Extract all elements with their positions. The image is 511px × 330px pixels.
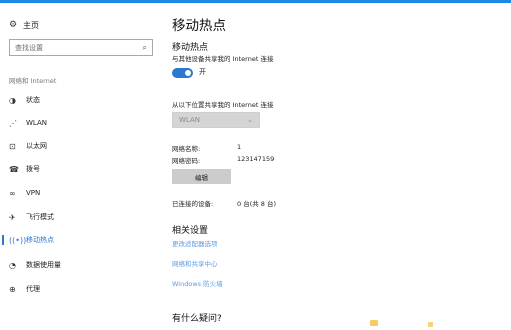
sidebar-item-label: 代理	[26, 285, 40, 293]
hotspot-description: 与其他设备共享我的 Internet 连接	[172, 55, 274, 63]
hotspot-icon: ((•))	[9, 235, 27, 245]
sidebar-item-label: WLAN	[26, 119, 48, 127]
settings-search-box[interactable]: 查找设置 ⌕	[9, 39, 153, 56]
edit-button[interactable]: 编辑	[172, 169, 231, 184]
link-adapter-options[interactable]: 更改适配器选项	[172, 238, 218, 248]
sidebar-item-label: 飞行模式	[26, 213, 54, 221]
home-icon: ⚙	[9, 20, 18, 30]
proxy-icon: ⊕	[9, 284, 16, 294]
search-icon[interactable]: ⌕	[143, 43, 147, 53]
sidebar-item-label: 数据使用量	[26, 261, 61, 269]
wlan-icon: ⋰	[9, 118, 17, 128]
toggle-state-label: 开	[199, 68, 206, 76]
watermark-mark	[370, 320, 378, 326]
hotspot-heading: 移动热点	[172, 43, 209, 53]
connected-devices-label: 已连接的设备:	[172, 200, 214, 208]
sidebar-item-label: VPN	[26, 189, 41, 197]
sidebar-item-label: 以太网	[26, 142, 47, 150]
sidebar-item-airplane-mode[interactable]: ✈ 飞行模式	[0, 206, 160, 228]
page-title: 移动热点	[172, 18, 226, 34]
home-label: 主页	[23, 20, 39, 30]
link-network-sharing-center[interactable]: 网络和共享中心	[172, 258, 218, 268]
toggle-knob	[185, 70, 191, 76]
connected-devices-value: 0 台(共 8 台)	[237, 200, 277, 208]
link-windows-firewall[interactable]: Windows 防火墙	[172, 278, 223, 288]
search-input[interactable]: 查找设置	[15, 43, 143, 53]
sidebar-item-ethernet[interactable]: ⊡ 以太网	[0, 135, 160, 157]
network-name-value: 1	[237, 143, 242, 151]
data-usage-icon: ◔	[9, 260, 16, 270]
network-password-value: 123147159	[237, 155, 275, 163]
airplane-icon: ✈	[9, 212, 16, 222]
hotspot-toggle[interactable]	[172, 68, 193, 78]
network-password-label: 网络密码:	[172, 157, 201, 165]
home-nav-item[interactable]: ⚙ 主页	[9, 17, 39, 33]
sidebar-item-wlan[interactable]: ⋰ WLAN	[0, 112, 160, 134]
section-label: 网络和 Internet	[9, 77, 57, 85]
sidebar-item-mobile-hotspot[interactable]: ((•)) 移动热点	[0, 229, 160, 251]
dialup-icon: ☎	[9, 164, 19, 174]
faq-heading: 有什么疑问?	[172, 314, 222, 324]
vpn-icon: ∞	[9, 188, 16, 198]
share-from-dropdown[interactable]: WLAN ⌄	[172, 112, 260, 128]
sidebar-item-label: 状态	[26, 96, 40, 104]
share-from-selected: WLAN	[179, 116, 201, 124]
watermark-mark	[428, 322, 433, 327]
sidebar-item-status[interactable]: ◑ 状态	[0, 89, 160, 111]
network-name-label: 网络名称:	[172, 145, 201, 153]
status-icon: ◑	[9, 95, 16, 105]
sidebar-item-data-usage[interactable]: ◔ 数据使用量	[0, 254, 160, 276]
chevron-down-icon: ⌄	[247, 116, 253, 124]
sidebar: ⚙ 主页 查找设置 ⌕ 网络和 Internet ◑ 状态 ⋰ WLAN ⊡ 以…	[0, 3, 160, 330]
share-from-label: 从以下位置共享我的 Internet 连接	[172, 101, 274, 109]
sidebar-item-dialup[interactable]: ☎ 拨号	[0, 158, 160, 180]
ethernet-icon: ⊡	[9, 141, 16, 151]
sidebar-item-label: 拨号	[26, 165, 40, 173]
sidebar-item-label: 移动热点	[26, 236, 54, 244]
sidebar-item-vpn[interactable]: ∞ VPN	[0, 182, 160, 204]
sidebar-item-proxy[interactable]: ⊕ 代理	[0, 278, 160, 300]
related-settings-heading: 相关设置	[172, 226, 209, 236]
main-content: 移动热点 移动热点 与其他设备共享我的 Internet 连接 开 从以下位置共…	[172, 3, 511, 330]
